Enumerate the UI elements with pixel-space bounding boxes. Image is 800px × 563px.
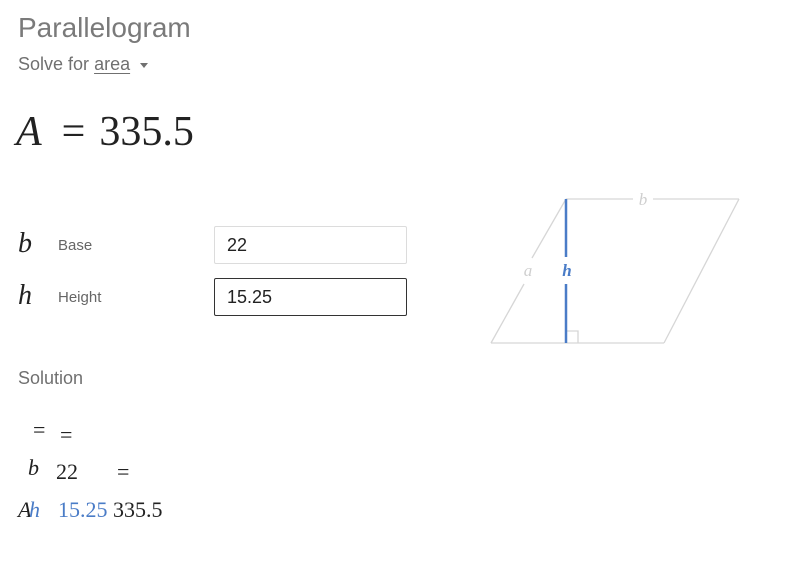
parallelogram-diagram: b a h	[490, 190, 740, 344]
right-angle-marker	[566, 330, 579, 343]
page-title: Parallelogram	[18, 12, 191, 43]
solution-heading: Solution	[18, 368, 84, 388]
solution-value-b: 22	[56, 459, 78, 484]
input-row-base: b Base	[18, 226, 418, 266]
solution-equals-3: =	[117, 459, 130, 484]
base-label: Base	[58, 237, 93, 254]
solve-for-selector[interactable]: Solve for area	[18, 54, 149, 75]
base-input[interactable]	[214, 226, 407, 264]
label-height: h	[562, 261, 571, 280]
solution-symbol-h: h	[29, 497, 40, 522]
solve-for-value-link[interactable]: area	[94, 54, 130, 74]
solution-symbol-b: b	[28, 455, 39, 480]
base-symbol: b	[18, 228, 32, 259]
solution-equals-1: =	[33, 417, 46, 442]
chevron-down-icon[interactable]	[140, 62, 149, 68]
left-side-lower	[490, 283, 525, 344]
solve-for-prefix: Solve for	[18, 54, 90, 74]
solution-equals-2: =	[60, 422, 73, 447]
left-side-upper	[531, 198, 567, 259]
result-equals: =	[61, 109, 86, 155]
label-side: a	[524, 261, 533, 280]
result-variable: A	[16, 109, 42, 155]
height-input[interactable]	[214, 278, 407, 316]
label-base: b	[639, 190, 648, 209]
height-label: Height	[58, 289, 102, 306]
height-symbol: h	[18, 280, 32, 311]
right-side	[663, 198, 740, 344]
solution-value-h: 15.25	[58, 497, 108, 522]
solution-value-A: 335.5	[113, 497, 163, 522]
result-equation: A = 335.5	[16, 108, 194, 156]
input-row-height: h Height	[18, 278, 418, 318]
result-value: 335.5	[99, 109, 194, 155]
